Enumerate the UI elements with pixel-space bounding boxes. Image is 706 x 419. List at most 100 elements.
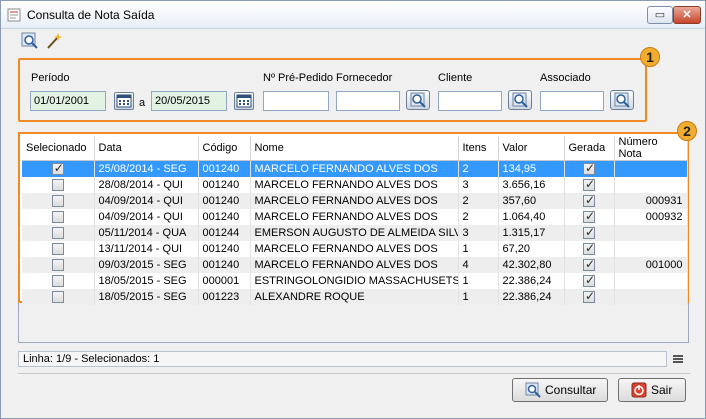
table-row[interactable]: 13/11/2014 - QUI 001240 MARCELO FERNANDO A… [22, 240, 688, 257]
date-from-calendar-button[interactable] [114, 92, 134, 110]
table-row[interactable]: 18/05/2015 - SEG 000001 ESTRINGOLONGIDIO M… [22, 272, 688, 289]
cell-valor: 1.064,40 [498, 208, 565, 225]
cell-nome: MARCELO FERNANDO ALVES DOS [250, 208, 459, 225]
search-icon [614, 92, 630, 108]
close-icon: ✕ [682, 9, 692, 21]
search-icon [525, 382, 541, 398]
table-row[interactable]: 28/08/2014 - QUI 001240 MARCELO FERNANDO A… [22, 176, 688, 193]
sair-label: Sair [651, 383, 673, 397]
calendar-icon [116, 94, 132, 108]
cell-gerada [564, 272, 615, 289]
cell-selecionado [22, 160, 95, 177]
col-header-nome[interactable]: Nome [250, 136, 459, 161]
select-checkbox[interactable] [51, 161, 64, 175]
gerada-checkbox[interactable] [583, 209, 595, 223]
col-header-valor[interactable]: Valor [498, 136, 565, 161]
select-checkbox[interactable] [51, 194, 64, 207]
date-from-field[interactable]: 01/01/2001 [30, 91, 106, 111]
gerada-checkbox[interactable] [583, 241, 595, 255]
cell-data: 05/11/2014 - QUA [94, 224, 199, 241]
cell-itens: 4 [458, 256, 499, 273]
cell-itens: 2 [458, 160, 499, 177]
cell-valor: 357,60 [498, 192, 565, 209]
cell-nome: ALEXANDRE ROQUE [250, 288, 459, 305]
status-bar: Linha: 1/9 - Selecionados: 1 [18, 351, 667, 367]
cell-gerada [564, 288, 615, 305]
pre-pedido-input[interactable] [263, 91, 329, 111]
table-row[interactable]: 04/09/2014 - QUI 001240 MARCELO FERNANDO A… [22, 192, 688, 209]
menu-icon[interactable] [672, 353, 684, 365]
date-to-calendar-button[interactable] [234, 92, 254, 110]
cell-codigo: 001240 [198, 176, 251, 193]
cell-codigo: 001240 [198, 240, 251, 257]
callout-badge-2: 2 [677, 121, 697, 141]
search-icon[interactable] [21, 32, 39, 50]
cell-gerada [564, 176, 615, 193]
cell-selecionado [22, 272, 95, 289]
cell-codigo: 001244 [198, 224, 251, 241]
cell-nome: MARCELO FERNANDO ALVES DOS [250, 192, 459, 209]
maximize-button[interactable]: ▭ [647, 6, 673, 24]
close-button[interactable]: ✕ [673, 6, 701, 24]
cell-valor: 22.386,24 [498, 288, 565, 305]
select-checkbox[interactable] [51, 242, 64, 255]
col-header-selecionado[interactable]: Selecionado [22, 136, 95, 161]
consultar-label: Consultar [545, 383, 597, 397]
exit-icon [631, 382, 647, 398]
cell-nome: MARCELO FERNANDO ALVES DOS [250, 176, 459, 193]
cell-gerada [564, 240, 615, 257]
cell-data: 13/11/2014 - QUI [94, 240, 199, 257]
col-header-numero-nota[interactable]: Número Nota [614, 136, 688, 161]
cell-numero-nota [614, 240, 688, 257]
select-checkbox[interactable] [51, 258, 64, 271]
fornecedor-search-button[interactable] [406, 90, 430, 110]
table-row[interactable]: 18/05/2015 - SEG 001223 ALEXANDRE ROQUE 1 22… [22, 288, 688, 305]
select-checkbox[interactable] [51, 226, 64, 239]
col-header-data[interactable]: Data [94, 136, 199, 161]
select-checkbox[interactable] [51, 290, 64, 303]
table-row[interactable]: 09/03/2015 - SEG 001240 MARCELO FERNANDO A… [22, 256, 688, 273]
consultar-button[interactable]: Consultar [512, 378, 608, 402]
associado-search-button[interactable] [610, 90, 634, 110]
gerada-checkbox[interactable] [583, 257, 595, 271]
cell-selecionado [22, 240, 95, 257]
app-icon [7, 8, 21, 22]
date-separator: a [139, 97, 146, 109]
gerada-checkbox[interactable] [583, 225, 595, 239]
fornecedor-input[interactable] [336, 91, 400, 111]
sair-button[interactable]: Sair [618, 378, 686, 402]
table-row[interactable]: 25/08/2014 - SEG001240MARCELO FERNANDO A… [22, 160, 688, 177]
col-header-gerada[interactable]: Gerada [564, 136, 615, 161]
periodo-label: Período [31, 72, 70, 84]
select-checkbox[interactable] [51, 274, 64, 287]
results-table: Selecionado Data Código Nome Itens Valor… [22, 136, 688, 305]
select-checkbox[interactable] [51, 210, 64, 223]
status-text: Linha: 1/9 - Selecionados: 1 [23, 353, 160, 365]
col-header-codigo[interactable]: Código [198, 136, 251, 161]
associado-input[interactable] [540, 91, 604, 111]
maximize-icon: ▭ [654, 9, 666, 21]
table-row[interactable]: 05/11/2014 - QUA 001244 EMERSON AUGUSTO DE… [22, 224, 688, 241]
date-to-field[interactable]: 20/05/2015 [151, 91, 227, 111]
gerada-checkbox[interactable] [583, 289, 595, 303]
table-row[interactable]: 04/09/2014 - QUI 001240 MARCELO FERNANDO A… [22, 208, 688, 225]
gerada-checkbox[interactable] [583, 273, 595, 287]
cell-data: 18/05/2015 - SEG [94, 288, 199, 305]
gerada-checkbox[interactable] [583, 193, 595, 207]
select-checkbox[interactable] [51, 178, 64, 191]
cell-nome: MARCELO FERNANDO ALVES DOS [250, 256, 459, 273]
cell-data: 04/09/2014 - QUI [94, 192, 199, 209]
cell-data: 25/08/2014 - SEG [94, 160, 199, 177]
col-header-itens[interactable]: Itens [458, 136, 499, 161]
cliente-label: Cliente [438, 72, 473, 84]
cliente-search-button[interactable] [508, 90, 532, 110]
cell-gerada [564, 192, 615, 209]
cell-selecionado [22, 176, 95, 193]
magic-wand-icon[interactable] [45, 32, 63, 50]
cliente-input[interactable] [438, 91, 502, 111]
cell-data: 28/08/2014 - QUI [94, 176, 199, 193]
cell-selecionado [22, 208, 95, 225]
cell-valor: 42.302,80 [498, 256, 565, 273]
gerada-checkbox[interactable] [583, 161, 595, 175]
gerada-checkbox[interactable] [583, 177, 595, 191]
